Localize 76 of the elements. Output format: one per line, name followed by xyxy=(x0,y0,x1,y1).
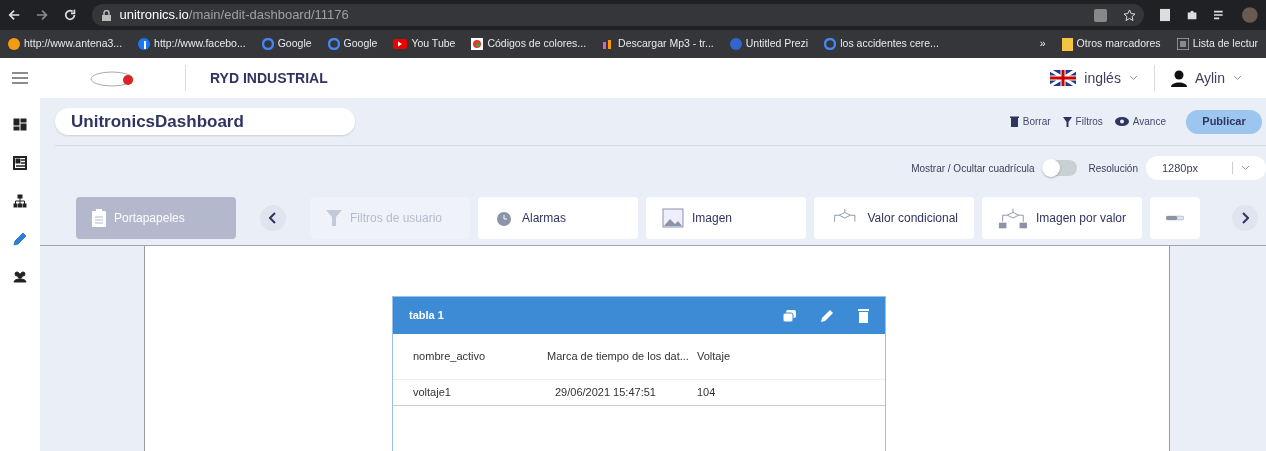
url-text: unitronics.io/main/edit-dashboard/11176 xyxy=(119,6,349,25)
back-icon[interactable] xyxy=(8,8,21,22)
forward-icon[interactable] xyxy=(36,8,49,22)
bookmark-link[interactable]: You Tube xyxy=(411,36,456,52)
reading-list-link[interactable]: Lista de lectur xyxy=(1192,36,1258,52)
document-icon[interactable] xyxy=(1159,8,1171,22)
resolution-select[interactable]: 1280px xyxy=(1146,156,1266,180)
address-bar[interactable]: unitronics.io/main/edit-dashboard/11176 xyxy=(92,4,1144,26)
widget-title: tabla 1 xyxy=(409,308,444,324)
avatar-icon[interactable] xyxy=(1242,6,1258,24)
scroll-left-button[interactable] xyxy=(260,204,286,231)
panel-icon[interactable] xyxy=(13,156,27,170)
pencil-icon[interactable] xyxy=(13,232,27,246)
caret-icon xyxy=(1233,75,1242,81)
table-cell: 29/06/2021 15:47:51 xyxy=(555,385,656,398)
user-dropdown[interactable]: Aylin xyxy=(1194,67,1242,89)
menu-icon[interactable] xyxy=(12,72,28,84)
publish-button[interactable]: Publicar xyxy=(1186,109,1262,134)
bookmark-link[interactable]: Descargar Mp3 - tr... xyxy=(618,36,714,52)
dashboard-name-field[interactable]: UnitronicsDashboard xyxy=(55,108,355,135)
widget-tile[interactable]: Alarmas xyxy=(478,196,638,239)
table-cell: voltaje1 xyxy=(413,385,451,398)
reload-icon[interactable] xyxy=(64,8,77,22)
company-name: RYD INDUSTRIAL xyxy=(210,68,328,88)
column-header: Voltaje xyxy=(697,350,731,362)
lock-icon xyxy=(102,9,112,21)
user-icon xyxy=(1170,69,1187,87)
hierarchy-icon[interactable] xyxy=(13,194,27,208)
bookmark-link[interactable]: Códigos de colores... xyxy=(487,36,587,52)
bookmark-link[interactable]: http://www.antena3... xyxy=(24,36,123,52)
play-icon xyxy=(393,39,408,49)
toolbar-action[interactable]: Avance xyxy=(1132,114,1166,129)
chevron-right-icon xyxy=(1241,211,1249,224)
bookmark-link[interactable]: Google xyxy=(343,36,378,52)
slider-icon xyxy=(1166,213,1184,222)
toolbar-action[interactable]: Borrar xyxy=(1022,114,1051,129)
bookmark-link[interactable]: Untitled Prezi xyxy=(745,36,809,52)
image-icon xyxy=(662,207,684,228)
caret-icon xyxy=(1241,165,1250,171)
column-header: nombre_activo xyxy=(413,350,486,362)
clipboard-icon xyxy=(92,208,106,227)
widget-tile[interactable]: Imagen xyxy=(646,196,806,239)
filter-icon xyxy=(326,209,342,226)
list-icon xyxy=(1176,38,1189,50)
bookmark-link[interactable]: Google xyxy=(277,36,312,52)
column-header: Marca de tiempo de los dat... xyxy=(547,350,689,362)
bookmark-link[interactable]: http://www.facebo... xyxy=(154,36,246,52)
grid-toggle[interactable] xyxy=(1042,160,1077,176)
widget-tile[interactable]: Valor condicional xyxy=(814,196,974,239)
widget-tile[interactable]: Imagen por valor xyxy=(982,196,1142,239)
bookmark-folder[interactable]: Otros marcadores xyxy=(1076,36,1161,52)
caret-icon xyxy=(1128,75,1138,81)
cloud-logo-icon xyxy=(89,69,136,87)
dashboard-icon[interactable] xyxy=(13,118,27,132)
grid-toggle-label: Mostrar / Ocultar cuadrícula xyxy=(911,161,1035,176)
chevron-left-icon xyxy=(269,211,277,224)
language-dropdown[interactable]: inglés xyxy=(1084,67,1138,89)
table-cell: 104 xyxy=(697,385,716,398)
widget-tile[interactable] xyxy=(1150,196,1200,239)
facebook-icon xyxy=(138,38,151,50)
users-icon[interactable] xyxy=(13,270,27,284)
pencil-icon[interactable] xyxy=(820,308,834,323)
bookmark-link[interactable]: los accidentes cere... xyxy=(840,36,939,52)
color-wheel-icon xyxy=(471,38,484,50)
scroll-right-button[interactable] xyxy=(1232,204,1258,231)
overflow-button[interactable]: » xyxy=(1039,36,1046,52)
folder-icon xyxy=(1061,37,1073,51)
trash-icon[interactable] xyxy=(858,308,869,323)
resolution-label: Resolución xyxy=(1088,161,1138,176)
toolbar-action[interactable]: Filtros xyxy=(1075,114,1103,129)
filter-icon xyxy=(1062,116,1072,127)
eye-icon xyxy=(1114,117,1129,126)
trash-icon xyxy=(1009,116,1019,127)
duplicate-icon[interactable] xyxy=(783,309,796,322)
star-icon[interactable] xyxy=(1122,8,1136,22)
flag-icon xyxy=(1050,70,1077,86)
